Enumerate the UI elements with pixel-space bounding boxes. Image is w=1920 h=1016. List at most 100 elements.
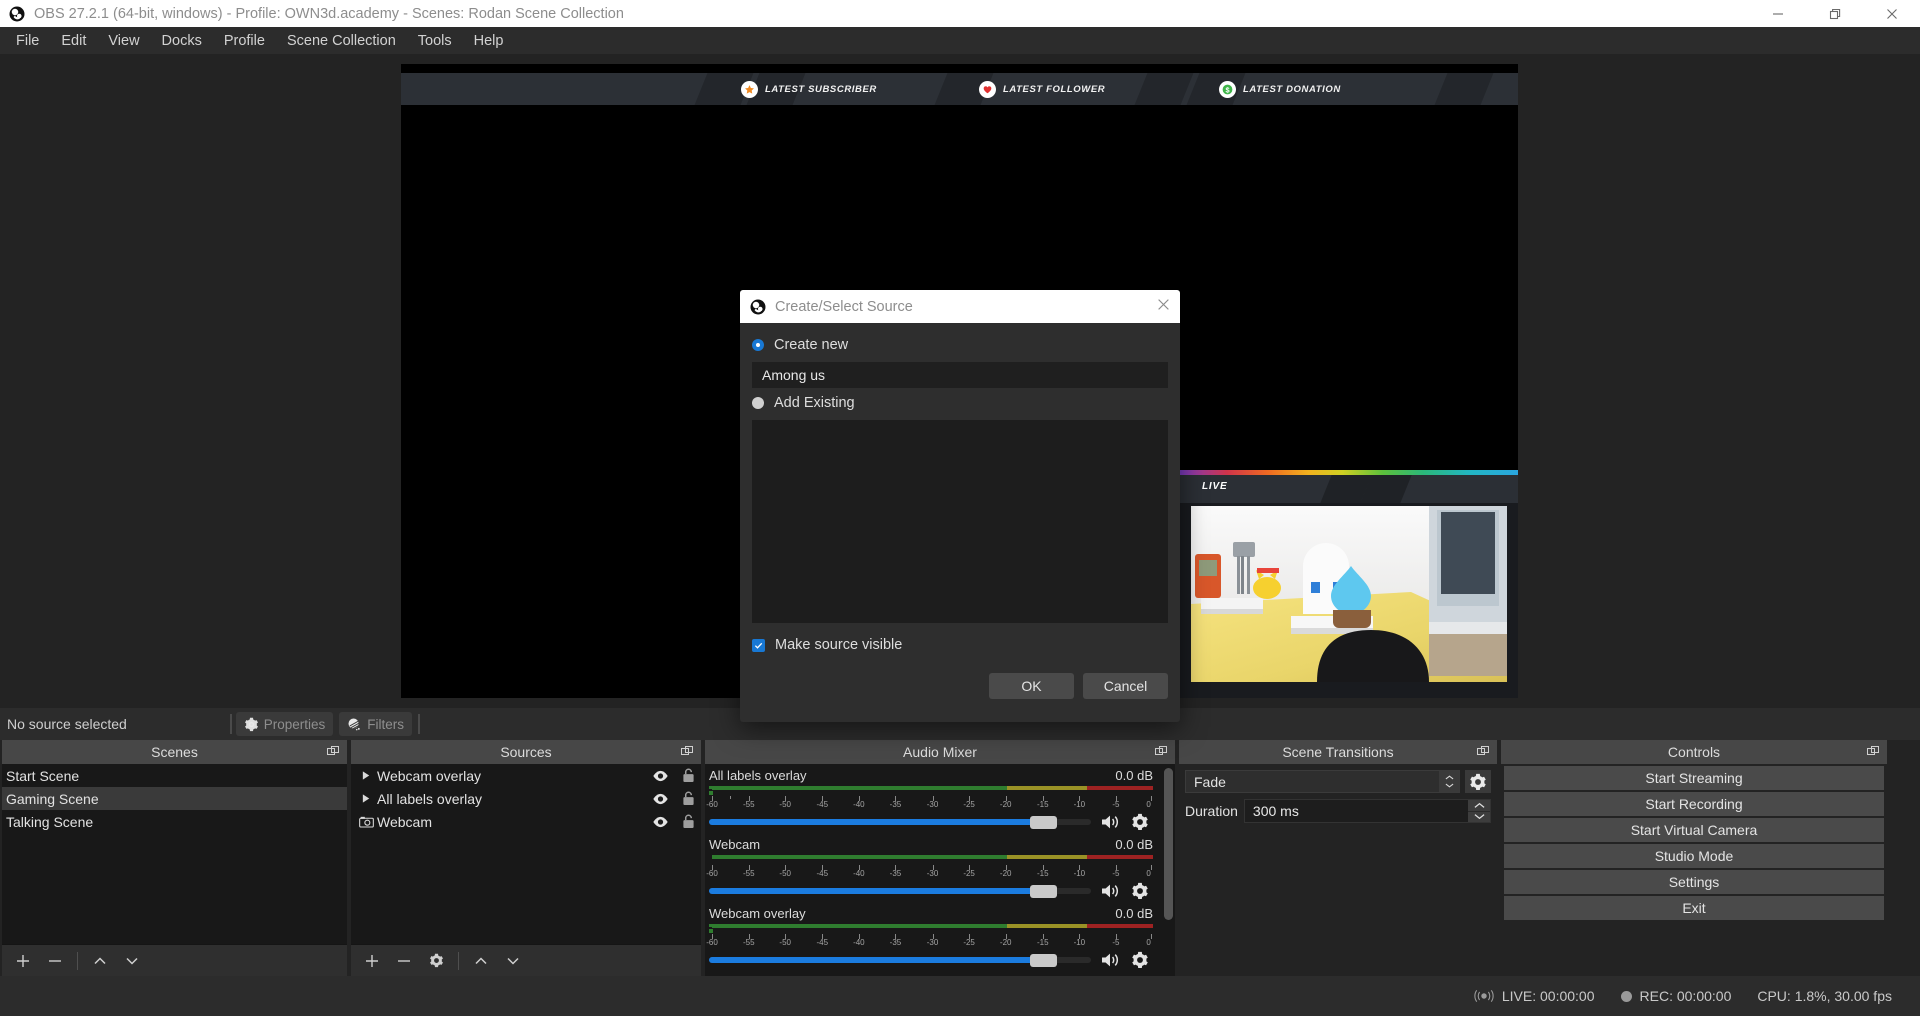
- webcam-photo: [1191, 506, 1507, 682]
- gear-icon[interactable]: [1131, 951, 1149, 969]
- scene-item[interactable]: Talking Scene: [2, 810, 347, 833]
- menu-item-scene-collection[interactable]: Scene Collection: [276, 29, 407, 53]
- close-icon[interactable]: [1157, 298, 1170, 316]
- source-item[interactable]: Webcam overlay: [351, 764, 701, 787]
- duration-increase-button[interactable]: [1468, 800, 1490, 812]
- source-properties-button[interactable]: [421, 948, 451, 974]
- popout-icon[interactable]: [681, 746, 693, 758]
- speaker-icon[interactable]: [1100, 813, 1122, 831]
- record-dot-icon: [1621, 991, 1632, 1002]
- move-source-up-button[interactable]: [466, 948, 496, 974]
- create-new-radio[interactable]: [752, 339, 764, 351]
- audio-mixer-body[interactable]: All labels overlay 0.0 dB -60 -55: [705, 764, 1175, 976]
- make-source-visible-row[interactable]: Make source visible: [752, 637, 1168, 653]
- add-source-button[interactable]: [357, 948, 387, 974]
- menu-item-edit[interactable]: Edit: [50, 29, 97, 53]
- no-source-status: No source selected: [7, 716, 127, 732]
- svg-text:$: $: [1225, 85, 1229, 94]
- settings-button[interactable]: Settings: [1504, 870, 1884, 894]
- filters-button[interactable]: Filters: [339, 712, 412, 736]
- move-scene-down-button[interactable]: [117, 948, 147, 974]
- gear-icon: [429, 953, 444, 968]
- audio-channel[interactable]: Webcam overlay 0.0 dB -60 -55 -50: [705, 902, 1175, 971]
- menu-item-file[interactable]: File: [5, 29, 50, 53]
- eye-icon[interactable]: [652, 816, 669, 828]
- filters-icon: [347, 717, 362, 732]
- menu-item-help[interactable]: Help: [463, 29, 515, 53]
- broadcast-icon: [1474, 989, 1494, 1003]
- volume-slider[interactable]: [709, 814, 1091, 830]
- speaker-icon[interactable]: [1100, 882, 1122, 900]
- unlock-icon[interactable]: [682, 791, 695, 806]
- channel-db: 0.0 dB: [1115, 768, 1153, 783]
- start-virtual-camera-button[interactable]: Start Virtual Camera: [1504, 818, 1884, 842]
- minimize-icon[interactable]: [1749, 0, 1806, 27]
- popout-icon[interactable]: [1155, 746, 1167, 758]
- scene-item[interactable]: Gaming Scene: [2, 787, 347, 810]
- existing-sources-list[interactable]: [752, 420, 1168, 623]
- remove-scene-button[interactable]: [40, 948, 70, 974]
- create-new-radio-row[interactable]: Create new: [752, 333, 1168, 357]
- mixer-scroll[interactable]: All labels overlay 0.0 dB -60 -55: [705, 764, 1175, 976]
- restore-icon[interactable]: [1806, 0, 1863, 27]
- volume-slider[interactable]: [709, 883, 1091, 899]
- sources-list[interactable]: Webcam overlay: [351, 764, 701, 944]
- cancel-button[interactable]: Cancel: [1083, 673, 1168, 699]
- move-source-down-button[interactable]: [498, 948, 528, 974]
- channel-db: 0.0 dB: [1115, 837, 1153, 852]
- latest-follower-label: LATEST FOLLOWER: [979, 73, 1105, 105]
- gear-icon[interactable]: [1131, 813, 1149, 831]
- add-existing-radio[interactable]: [752, 397, 764, 409]
- chevron-updown-icon[interactable]: [1439, 771, 1459, 792]
- start-recording-button[interactable]: Start Recording: [1504, 792, 1884, 816]
- exit-button[interactable]: Exit: [1504, 896, 1884, 920]
- popout-icon[interactable]: [327, 746, 339, 758]
- transition-select[interactable]: Fade: [1185, 770, 1460, 793]
- scene-label: Gaming Scene: [6, 791, 99, 807]
- unlock-icon[interactable]: [682, 814, 695, 829]
- scenes-list[interactable]: Start Scene Gaming Scene Talking Scene: [2, 764, 347, 944]
- source-name-input[interactable]: Among us: [752, 362, 1168, 388]
- audio-channel[interactable]: All labels overlay 0.0 dB -60 -55: [705, 764, 1175, 833]
- gear-icon[interactable]: [1131, 882, 1149, 900]
- add-existing-radio-row[interactable]: Add Existing: [752, 391, 1168, 415]
- start-streaming-button[interactable]: Start Streaming: [1504, 766, 1884, 790]
- source-item[interactable]: Webcam: [351, 810, 701, 833]
- eye-icon[interactable]: [652, 793, 669, 805]
- create-select-source-dialog[interactable]: Create/Select Source Create new Among us…: [740, 290, 1180, 722]
- move-scene-up-button[interactable]: [85, 948, 115, 974]
- eye-icon[interactable]: [652, 770, 669, 782]
- source-item[interactable]: All labels overlay: [351, 787, 701, 810]
- make-source-visible-checkbox[interactable]: [752, 639, 765, 652]
- popout-icon[interactable]: [1867, 746, 1879, 758]
- volume-slider[interactable]: [709, 952, 1091, 968]
- menu-item-tools[interactable]: Tools: [407, 29, 463, 53]
- duration-input[interactable]: 300 ms: [1244, 799, 1491, 823]
- popout-icon[interactable]: [1477, 746, 1489, 758]
- sources-dock-title: Sources: [351, 740, 701, 764]
- mixer-scrollbar[interactable]: [1164, 768, 1173, 920]
- volume-meter: [709, 855, 1153, 864]
- duration-decrease-button[interactable]: [1468, 812, 1490, 823]
- scene-transitions-dock: Scene Transitions Fade: [1179, 740, 1497, 976]
- label-text: LATEST SUBSCRIBER: [765, 84, 877, 95]
- source-label: All labels overlay: [377, 791, 482, 807]
- speaker-icon[interactable]: [1100, 951, 1122, 969]
- webcam-source-overlay[interactable]: LIVE: [1180, 470, 1518, 698]
- dollar-icon: $: [1219, 81, 1236, 98]
- properties-button[interactable]: Properties: [236, 712, 334, 736]
- audio-mixer-dock: Audio Mixer All labels overlay 0.0 dB: [705, 740, 1175, 976]
- menu-item-profile[interactable]: Profile: [213, 29, 276, 53]
- remove-source-button[interactable]: [389, 948, 419, 974]
- scene-item[interactable]: Start Scene: [2, 764, 347, 787]
- transition-settings-button[interactable]: [1465, 770, 1491, 793]
- menu-item-view[interactable]: View: [97, 29, 150, 53]
- close-icon[interactable]: [1863, 0, 1920, 27]
- ok-button[interactable]: OK: [989, 673, 1074, 699]
- add-scene-button[interactable]: [8, 948, 38, 974]
- studio-mode-button[interactable]: Studio Mode: [1504, 844, 1884, 868]
- add-existing-label: Add Existing: [774, 395, 855, 411]
- audio-channel[interactable]: Webcam 0.0 dB -60 -55 -50 -45 -40: [705, 833, 1175, 902]
- unlock-icon[interactable]: [682, 768, 695, 783]
- menu-item-docks[interactable]: Docks: [151, 29, 213, 53]
